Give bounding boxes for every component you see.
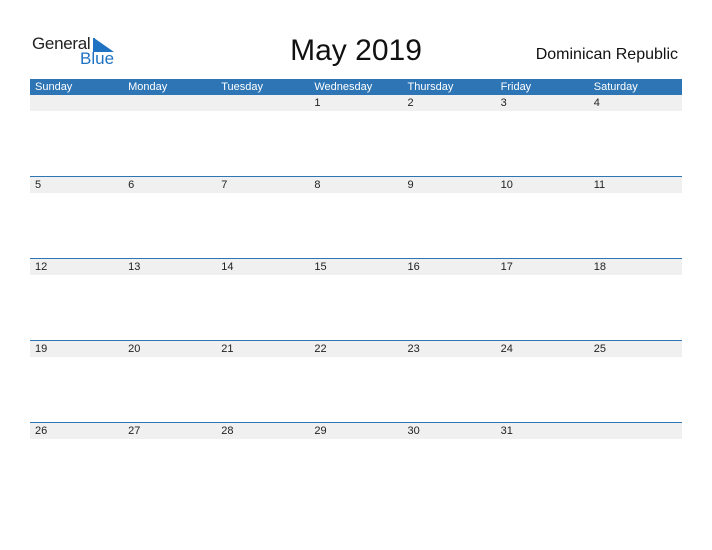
day-cell: 16 xyxy=(402,259,496,275)
day-cell: 7 xyxy=(216,177,310,193)
day-cell: 26 xyxy=(30,423,124,439)
day-cell: 8 xyxy=(309,177,403,193)
week-notes-space xyxy=(30,275,682,340)
day-cell: 29 xyxy=(309,423,403,439)
weekday-friday: Friday xyxy=(500,81,532,93)
day-cell: 28 xyxy=(216,423,310,439)
day-cell: 27 xyxy=(123,423,217,439)
day-cell: 24 xyxy=(495,341,589,357)
day-cell: 18 xyxy=(588,259,682,275)
calendar-grid: Sunday Monday Tuesday Wednesday Thursday… xyxy=(30,79,682,504)
weeks-container: 1 2 3 4 5 6 7 8 9 10 11 12 13 14 15 16 17 18 19 20 21 22 23 24 2… xyxy=(30,95,682,504)
day-cell: 4 xyxy=(588,95,682,111)
day-cell: 9 xyxy=(402,177,496,193)
week-row: 12 13 14 15 16 17 18 xyxy=(30,258,682,340)
day-cell: 23 xyxy=(402,341,496,357)
day-cell: 14 xyxy=(216,259,310,275)
day-cell: 17 xyxy=(495,259,589,275)
weekday-wednesday: Wednesday xyxy=(314,81,373,93)
week-notes-space xyxy=(30,439,682,504)
weekday-sunday: Sunday xyxy=(35,81,73,93)
day-cell xyxy=(30,95,124,111)
week-notes-space xyxy=(30,193,682,258)
week-notes-space xyxy=(30,111,682,176)
day-cell: 6 xyxy=(123,177,217,193)
day-cell: 21 xyxy=(216,341,310,357)
weekday-thursday: Thursday xyxy=(407,81,454,93)
day-cell xyxy=(123,95,217,111)
weekday-tuesday: Tuesday xyxy=(221,81,264,93)
day-cell: 5 xyxy=(30,177,124,193)
weekday-saturday: Saturday xyxy=(593,81,638,93)
day-cell: 31 xyxy=(495,423,589,439)
week-row: 19 20 21 22 23 24 25 xyxy=(30,340,682,422)
day-cell xyxy=(588,423,682,439)
day-cell: 10 xyxy=(495,177,589,193)
day-cell: 12 xyxy=(30,259,124,275)
week-notes-space xyxy=(30,357,682,422)
weekday-header: Sunday Monday Tuesday Wednesday Thursday… xyxy=(30,79,682,95)
day-cell: 19 xyxy=(30,341,124,357)
day-cell: 30 xyxy=(402,423,496,439)
week-row: 1234 xyxy=(30,95,682,176)
day-cell: 20 xyxy=(123,341,217,357)
day-cell: 22 xyxy=(309,341,403,357)
day-cell: 11 xyxy=(588,177,682,193)
day-cell: 3 xyxy=(495,95,589,111)
day-cell: 25 xyxy=(588,341,682,357)
day-cell: 2 xyxy=(402,95,496,111)
day-cell: 13 xyxy=(123,259,217,275)
day-cell xyxy=(216,95,310,111)
week-row: 5 6 7 8 9 10 11 xyxy=(30,176,682,258)
weekday-monday: Monday xyxy=(128,81,168,93)
day-cell: 1 xyxy=(309,95,403,111)
week-row: 26 27 28 29 30 31 xyxy=(30,422,682,504)
country-label: Dominican Republic xyxy=(535,46,678,63)
day-cell: 15 xyxy=(309,259,403,275)
